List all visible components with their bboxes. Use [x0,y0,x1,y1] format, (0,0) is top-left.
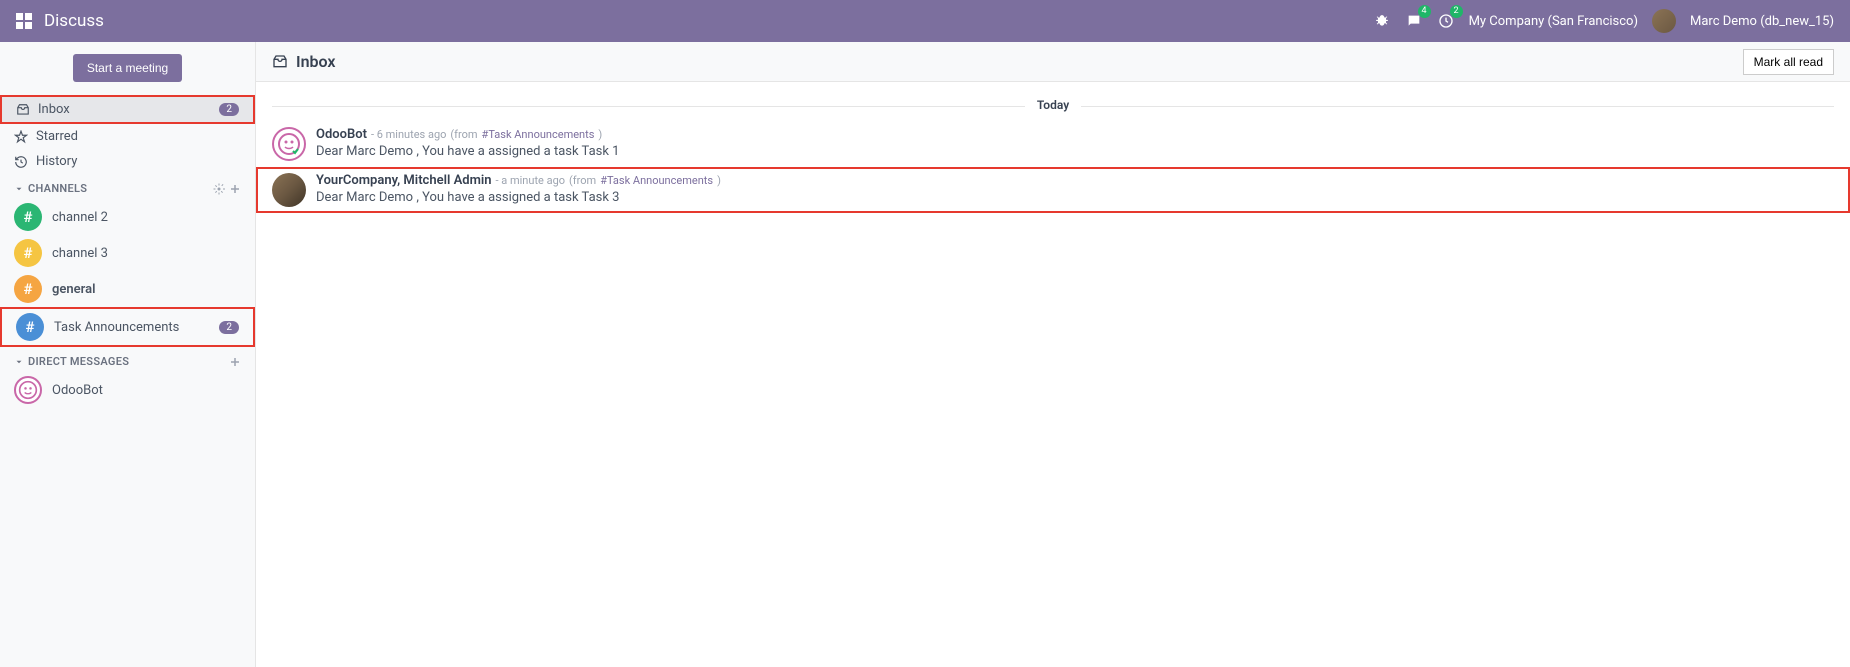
bug-icon[interactable] [1373,12,1391,30]
message-author: OdooBot [316,127,367,142]
chevron-down-icon [14,184,24,194]
mark-all-read-button[interactable]: Mark all read [1743,49,1834,75]
content-area: Inbox Mark all read Today OdooBot - 6 mi… [256,42,1850,667]
message-body: Dear Marc Demo , You have a assigned a t… [316,144,1834,159]
odoobot-avatar [272,127,306,161]
start-meeting-button[interactable]: Start a meeting [73,54,182,82]
channel-label: Task Announcements [54,320,179,335]
message-channel-link[interactable]: Task Announcements [482,128,595,141]
inbox-icon [16,103,30,117]
message-from-label: (from [450,128,477,141]
hashtag-icon: # [14,203,42,231]
inbox-badge: 2 [219,103,239,116]
chat-icon[interactable]: 4 [1405,12,1423,30]
dm-item-odoobot[interactable]: OdooBot [0,372,255,408]
sidebar-item-label: Inbox [38,102,70,117]
channel-item[interactable]: # channel 3 [0,235,255,271]
channel-label: channel 3 [52,246,108,261]
star-icon [14,130,28,144]
channel-label: general [52,282,95,297]
sidebar-item-label: History [36,154,77,169]
content-header: Inbox Mark all read [256,42,1850,82]
channel-item[interactable]: # channel 2 [0,199,255,235]
sidebar-item-starred[interactable]: Starred [0,124,255,149]
app-title: Discuss [44,11,104,31]
activity-badge: 2 [1450,5,1463,18]
sidebar-item-history[interactable]: History [0,149,255,174]
message-item[interactable]: OdooBot - 6 minutes ago (from Task Annou… [256,121,1850,167]
chevron-down-icon [14,357,24,367]
dm-section-header[interactable]: DIRECT MESSAGES [0,347,255,372]
activity-icon[interactable]: 2 [1437,12,1455,30]
message-channel-link[interactable]: Task Announcements [600,174,713,187]
channel-badge: 2 [219,321,239,334]
gear-icon[interactable] [213,183,225,195]
company-selector[interactable]: My Company (San Francisco) [1469,14,1638,29]
hashtag-icon: # [14,275,42,303]
page-title: Inbox [296,52,336,71]
plus-icon[interactable] [229,356,241,368]
channels-section-header[interactable]: CHANNELS [0,174,255,199]
message-body: Dear Marc Demo , You have a assigned a t… [316,190,1834,205]
message-item[interactable]: YourCompany, Mitchell Admin - a minute a… [256,167,1850,213]
sidebar-item-label: Starred [36,129,78,144]
hashtag-icon: # [14,239,42,267]
message-author: YourCompany, Mitchell Admin [316,173,492,188]
channel-item[interactable]: # general [0,271,255,307]
dm-label: OdooBot [52,383,103,398]
plus-icon[interactable] [229,183,241,195]
message-from-label: (from [569,174,596,187]
sidebar-item-inbox[interactable]: Inbox 2 [2,97,253,122]
history-icon [14,155,28,169]
odoobot-avatar [14,376,42,404]
hashtag-icon: # [16,313,44,341]
chat-badge: 4 [1418,5,1431,18]
user-avatar [272,173,306,207]
user-menu[interactable]: Marc Demo (db_new_15) [1690,14,1834,29]
channel-item-task-announcements[interactable]: # Task Announcements 2 [2,309,253,345]
message-time: - 6 minutes ago [371,128,446,141]
channel-label: channel 2 [52,210,108,225]
message-time: - a minute ago [496,174,566,187]
apps-icon[interactable] [16,13,32,29]
user-avatar[interactable] [1652,9,1676,33]
sidebar: Start a meeting Inbox 2 Starred History [0,42,256,667]
inbox-icon [272,54,288,70]
navbar: Discuss 4 2 My Company (San Francisco) M… [0,0,1850,42]
date-separator: Today [256,98,1850,113]
